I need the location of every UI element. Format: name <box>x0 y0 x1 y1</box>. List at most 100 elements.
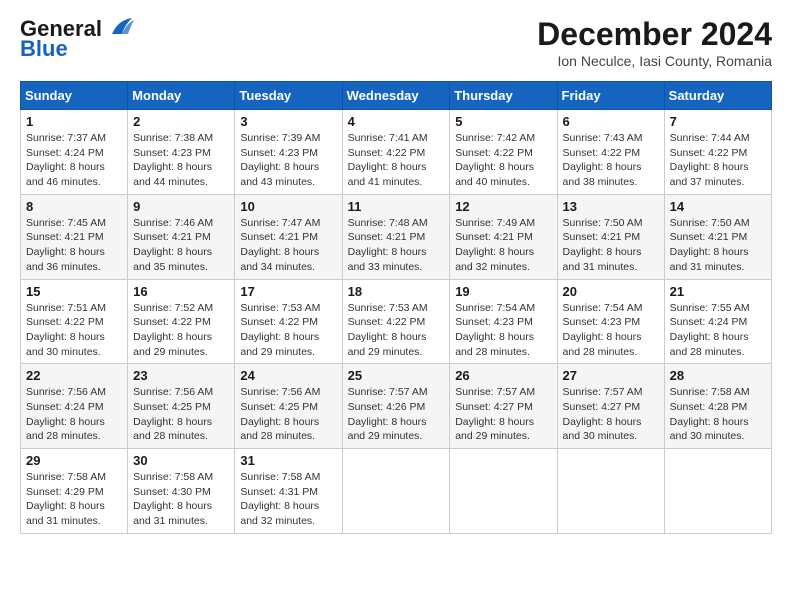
location-subtitle: Ion Neculce, Iasi County, Romania <box>537 53 772 69</box>
day-cell-8: 8 Sunrise: 7:45 AMSunset: 4:21 PMDaylight… <box>21 194 128 279</box>
day-cell-16: 16 Sunrise: 7:52 AMSunset: 4:22 PMDayligh… <box>128 279 235 364</box>
day-number-26: 26 <box>455 368 551 383</box>
day-cell-10: 10 Sunrise: 7:47 AMSunset: 4:21 PMDayligh… <box>235 194 342 279</box>
day-cell-2: 2 Sunrise: 7:38 AMSunset: 4:23 PMDaylight… <box>128 110 235 195</box>
calendar-header-row: Sunday Monday Tuesday Wednesday Thursday… <box>21 82 772 110</box>
day-cell-26: 26 Sunrise: 7:57 AMSunset: 4:27 PMDayligh… <box>450 364 557 449</box>
day-cell-15: 15 Sunrise: 7:51 AMSunset: 4:22 PMDayligh… <box>21 279 128 364</box>
col-sunday: Sunday <box>21 82 128 110</box>
day-info-24: Sunrise: 7:56 AMSunset: 4:25 PMDaylight:… <box>240 385 336 444</box>
day-number-8: 8 <box>26 199 122 214</box>
day-info-11: Sunrise: 7:48 AMSunset: 4:21 PMDaylight:… <box>348 216 445 275</box>
day-number-31: 31 <box>240 453 336 468</box>
day-number-1: 1 <box>26 114 122 129</box>
col-wednesday: Wednesday <box>342 82 450 110</box>
day-cell-4: 4 Sunrise: 7:41 AMSunset: 4:22 PMDaylight… <box>342 110 450 195</box>
empty-cell <box>664 449 771 534</box>
day-info-22: Sunrise: 7:56 AMSunset: 4:24 PMDaylight:… <box>26 385 122 444</box>
day-number-22: 22 <box>26 368 122 383</box>
day-cell-17: 17 Sunrise: 7:53 AMSunset: 4:22 PMDayligh… <box>235 279 342 364</box>
day-number-10: 10 <box>240 199 336 214</box>
day-number-3: 3 <box>240 114 336 129</box>
day-info-9: Sunrise: 7:46 AMSunset: 4:21 PMDaylight:… <box>133 216 229 275</box>
page-header: General Blue December 2024 Ion Neculce, … <box>20 16 772 69</box>
day-cell-21: 21 Sunrise: 7:55 AMSunset: 4:24 PMDayligh… <box>664 279 771 364</box>
day-number-16: 16 <box>133 284 229 299</box>
day-number-24: 24 <box>240 368 336 383</box>
day-info-18: Sunrise: 7:53 AMSunset: 4:22 PMDaylight:… <box>348 301 445 360</box>
day-info-6: Sunrise: 7:43 AMSunset: 4:22 PMDaylight:… <box>563 131 659 190</box>
day-number-15: 15 <box>26 284 122 299</box>
empty-cell <box>342 449 450 534</box>
day-info-20: Sunrise: 7:54 AMSunset: 4:23 PMDaylight:… <box>563 301 659 360</box>
day-info-28: Sunrise: 7:58 AMSunset: 4:28 PMDaylight:… <box>670 385 766 444</box>
day-number-17: 17 <box>240 284 336 299</box>
day-info-17: Sunrise: 7:53 AMSunset: 4:22 PMDaylight:… <box>240 301 336 360</box>
day-number-28: 28 <box>670 368 766 383</box>
day-number-11: 11 <box>348 199 445 214</box>
day-number-5: 5 <box>455 114 551 129</box>
day-cell-25: 25 Sunrise: 7:57 AMSunset: 4:26 PMDayligh… <box>342 364 450 449</box>
day-number-19: 19 <box>455 284 551 299</box>
day-info-29: Sunrise: 7:58 AMSunset: 4:29 PMDaylight:… <box>26 470 122 529</box>
day-number-23: 23 <box>133 368 229 383</box>
day-cell-31: 31 Sunrise: 7:58 AMSunset: 4:31 PMDayligh… <box>235 449 342 534</box>
day-info-25: Sunrise: 7:57 AMSunset: 4:26 PMDaylight:… <box>348 385 445 444</box>
day-number-2: 2 <box>133 114 229 129</box>
empty-cell <box>450 449 557 534</box>
day-info-26: Sunrise: 7:57 AMSunset: 4:27 PMDaylight:… <box>455 385 551 444</box>
day-info-8: Sunrise: 7:45 AMSunset: 4:21 PMDaylight:… <box>26 216 122 275</box>
day-number-20: 20 <box>563 284 659 299</box>
day-info-30: Sunrise: 7:58 AMSunset: 4:30 PMDaylight:… <box>133 470 229 529</box>
day-number-6: 6 <box>563 114 659 129</box>
empty-cell <box>557 449 664 534</box>
day-cell-6: 6 Sunrise: 7:43 AMSunset: 4:22 PMDaylight… <box>557 110 664 195</box>
day-cell-14: 14Sunrise: 7:50 AMSunset: 4:21 PMDayligh… <box>664 194 771 279</box>
day-number-4: 4 <box>348 114 445 129</box>
day-cell-11: 11 Sunrise: 7:48 AMSunset: 4:21 PMDayligh… <box>342 194 450 279</box>
day-info-12: Sunrise: 7:49 AMSunset: 4:21 PMDaylight:… <box>455 216 551 275</box>
logo: General Blue <box>20 16 136 62</box>
day-info-31: Sunrise: 7:58 AMSunset: 4:31 PMDaylight:… <box>240 470 336 529</box>
day-info-16: Sunrise: 7:52 AMSunset: 4:22 PMDaylight:… <box>133 301 229 360</box>
day-info-10: Sunrise: 7:47 AMSunset: 4:21 PMDaylight:… <box>240 216 336 275</box>
day-number-30: 30 <box>133 453 229 468</box>
week-row-3: 22 Sunrise: 7:56 AMSunset: 4:24 PMDayligh… <box>21 364 772 449</box>
day-info-2: Sunrise: 7:38 AMSunset: 4:23 PMDaylight:… <box>133 131 229 190</box>
day-number-7: 7 <box>670 114 766 129</box>
day-info-19: Sunrise: 7:54 AMSunset: 4:23 PMDaylight:… <box>455 301 551 360</box>
col-friday: Friday <box>557 82 664 110</box>
day-info-4: Sunrise: 7:41 AMSunset: 4:22 PMDaylight:… <box>348 131 445 190</box>
day-cell-20: 20 Sunrise: 7:54 AMSunset: 4:23 PMDayligh… <box>557 279 664 364</box>
calendar-table: Sunday Monday Tuesday Wednesday Thursday… <box>20 81 772 534</box>
logo-text-blue: Blue <box>20 36 68 62</box>
col-thursday: Thursday <box>450 82 557 110</box>
day-info-15: Sunrise: 7:51 AMSunset: 4:22 PMDaylight:… <box>26 301 122 360</box>
week-row-1: 8 Sunrise: 7:45 AMSunset: 4:21 PMDaylight… <box>21 194 772 279</box>
week-row-2: 15 Sunrise: 7:51 AMSunset: 4:22 PMDayligh… <box>21 279 772 364</box>
day-cell-9: 9 Sunrise: 7:46 AMSunset: 4:21 PMDaylight… <box>128 194 235 279</box>
day-cell-18: 18 Sunrise: 7:53 AMSunset: 4:22 PMDayligh… <box>342 279 450 364</box>
day-number-9: 9 <box>133 199 229 214</box>
day-cell-29: 29 Sunrise: 7:58 AMSunset: 4:29 PMDayligh… <box>21 449 128 534</box>
day-cell-7: 7 Sunrise: 7:44 AMSunset: 4:22 PMDaylight… <box>664 110 771 195</box>
month-title: December 2024 <box>537 16 772 53</box>
day-number-25: 25 <box>348 368 445 383</box>
day-info-27: Sunrise: 7:57 AMSunset: 4:27 PMDaylight:… <box>563 385 659 444</box>
day-info-7: Sunrise: 7:44 AMSunset: 4:22 PMDaylight:… <box>670 131 766 190</box>
week-row-0: 1 Sunrise: 7:37 AMSunset: 4:24 PMDaylight… <box>21 110 772 195</box>
day-cell-1: 1 Sunrise: 7:37 AMSunset: 4:24 PMDaylight… <box>21 110 128 195</box>
week-row-4: 29 Sunrise: 7:58 AMSunset: 4:29 PMDayligh… <box>21 449 772 534</box>
day-cell-28: 28 Sunrise: 7:58 AMSunset: 4:28 PMDayligh… <box>664 364 771 449</box>
day-info-21: Sunrise: 7:55 AMSunset: 4:24 PMDaylight:… <box>670 301 766 360</box>
day-number-18: 18 <box>348 284 445 299</box>
day-number-29: 29 <box>26 453 122 468</box>
day-info-1: Sunrise: 7:37 AMSunset: 4:24 PMDaylight:… <box>26 131 122 190</box>
day-number-21: 21 <box>670 284 766 299</box>
day-info-14: Sunrise: 7:50 AMSunset: 4:21 PMDaylight:… <box>670 216 766 275</box>
col-monday: Monday <box>128 82 235 110</box>
day-cell-23: 23Sunrise: 7:56 AMSunset: 4:25 PMDayligh… <box>128 364 235 449</box>
day-cell-5: 5Sunrise: 7:42 AMSunset: 4:22 PMDaylight… <box>450 110 557 195</box>
col-tuesday: Tuesday <box>235 82 342 110</box>
day-cell-13: 13Sunrise: 7:50 AMSunset: 4:21 PMDayligh… <box>557 194 664 279</box>
